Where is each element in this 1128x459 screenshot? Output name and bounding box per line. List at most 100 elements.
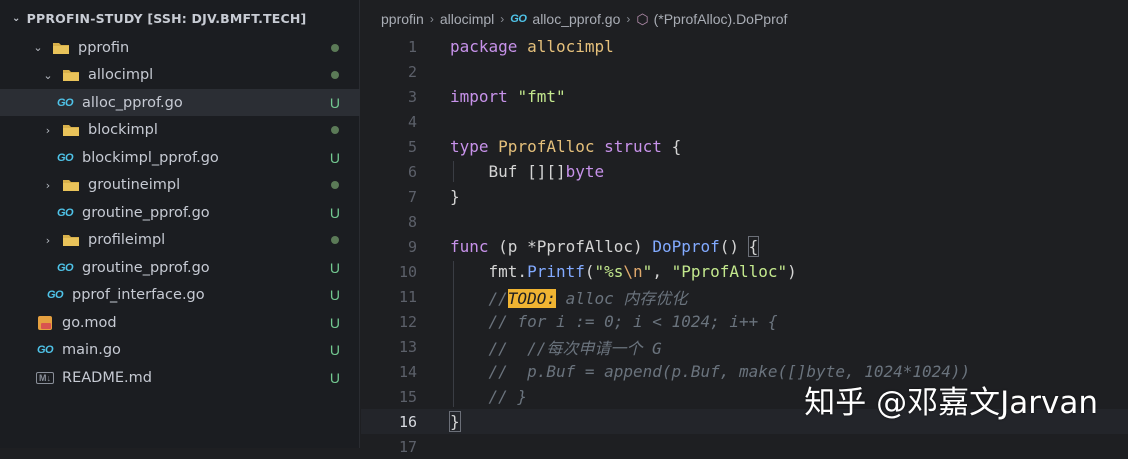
chevron-down-icon[interactable]: ⌄	[40, 69, 56, 82]
code-line[interactable]: 2	[361, 59, 1128, 84]
code-token: // for i := 0; i < 1024; i++ {	[488, 312, 778, 331]
matched-bracket: {	[747, 236, 760, 257]
chevron-right-icon[interactable]: ›	[40, 179, 56, 192]
breadcrumb: pprofin › allocimpl › GO alloc_pprof.go …	[361, 0, 1128, 38]
tree-file-item[interactable]: GO main.go U	[0, 337, 360, 364]
line-number: 7	[407, 187, 417, 206]
tree-file-item[interactable]: GO groutine_pprof.go U	[0, 199, 360, 226]
tree-item-label: pprof_interface.go	[72, 287, 205, 303]
tree-file-item[interactable]: GO alloc_pprof.go U	[0, 89, 360, 116]
code-line[interactable]: 11 //TODO: alloc 内存优化	[361, 284, 1128, 309]
code-token: import	[450, 87, 508, 106]
go-file-icon: GO	[46, 289, 64, 301]
code-text: type PprofAlloc struct {	[450, 137, 681, 156]
code-text: package allocimpl	[450, 37, 614, 56]
code-token: allocimpl	[527, 37, 614, 56]
line-number: 6	[407, 162, 417, 181]
tree-item-label: profileimpl	[88, 232, 166, 248]
line-number: 15	[398, 387, 417, 406]
tree-folder-item[interactable]: ⌄ pprofin	[0, 34, 360, 61]
code-token: \n	[623, 262, 643, 281]
tree-item-label: go.mod	[62, 314, 117, 331]
folder-icon	[62, 67, 80, 83]
tree-file-item[interactable]: go.mod U	[0, 309, 360, 336]
modified-dot-icon	[331, 71, 339, 79]
tree-item-label: groutineimpl	[88, 177, 181, 193]
tree-file-item[interactable]: M↓ README.md U	[0, 364, 360, 391]
git-status-badge: U	[329, 149, 340, 166]
line-number: 5	[407, 137, 417, 156]
code-text: //TODO: alloc 内存优化	[450, 285, 687, 309]
code-line[interactable]: 6 Buf [][]byte	[361, 159, 1128, 184]
code-token: Printf	[527, 262, 585, 281]
tree-item-label: README.md	[62, 369, 152, 386]
chevron-down-icon[interactable]: ⌄	[30, 41, 46, 54]
markdown-icon: M↓	[36, 370, 54, 386]
code-line[interactable]: 1 package allocimpl	[361, 34, 1128, 59]
code-line[interactable]: 8	[361, 209, 1128, 234]
go-file-icon: GO	[56, 96, 74, 109]
code-token: (	[584, 262, 595, 281]
line-number: 9	[407, 237, 417, 256]
matched-bracket: }	[449, 411, 461, 432]
code-line[interactable]: 17	[361, 434, 1128, 459]
code-token: [][]	[527, 162, 566, 181]
breadcrumb-file[interactable]: alloc_pprof.go	[532, 11, 620, 27]
tree-file-item[interactable]: GO groutine_pprof.go U	[0, 254, 360, 281]
folder-icon	[62, 177, 80, 193]
tree-file-item[interactable]: GO pprof_interface.go U	[0, 282, 360, 309]
line-number: 10	[398, 262, 417, 281]
code-text: func (p *PprofAlloc) DoPprof() {	[450, 236, 760, 257]
tree-item-label: main.go	[62, 342, 121, 358]
code-token: ()	[719, 237, 740, 256]
git-status-badge: U	[329, 314, 340, 331]
code-token: }	[450, 187, 460, 206]
code-line[interactable]: 4	[361, 109, 1128, 134]
code-token: "PprofAlloc"	[671, 262, 788, 281]
modified-dot-icon	[331, 43, 339, 52]
code-token: Buf	[488, 162, 518, 181]
code-token: func	[450, 237, 489, 256]
breadcrumb-folder-pprofin[interactable]: pprofin	[381, 11, 424, 27]
tree-item-label: groutine_pprof.go	[82, 204, 210, 221]
code-text: fmt.Printf("%s\n", "PprofAlloc")	[450, 262, 797, 281]
code-line[interactable]: 9 func (p *PprofAlloc) DoPprof() {	[361, 234, 1128, 259]
breadcrumb-symbol[interactable]: (*PprofAlloc).DoPprof	[654, 11, 788, 27]
code-token: "	[642, 262, 653, 281]
breadcrumb-folder-allocimpl[interactable]: allocimpl	[440, 11, 494, 27]
code-text: }	[450, 187, 460, 206]
tree-folder-item[interactable]: › profileimpl	[0, 227, 360, 254]
code-token: PprofAlloc	[498, 137, 595, 156]
tree-item-label: alloc_pprof.go	[82, 94, 183, 111]
tree-file-item[interactable]: GO blockimpl_pprof.go U	[0, 144, 360, 171]
tree-folder-item[interactable]: ⌄ allocimpl	[0, 62, 360, 89]
chevron-right-icon[interactable]: ›	[40, 234, 56, 247]
git-status-badge: U	[329, 94, 340, 111]
line-number: 11	[398, 287, 417, 306]
chevron-right-icon[interactable]: ›	[40, 124, 56, 137]
code-line[interactable]: 3 import "fmt"	[361, 84, 1128, 109]
code-token: fmt.	[488, 262, 528, 281]
code-line[interactable]: 10 fmt.Printf("%s\n", "PprofAlloc")	[361, 259, 1128, 284]
indent-guide	[453, 261, 454, 407]
chevron-down-icon[interactable]: ⌄	[12, 0, 21, 38]
workspace-title: PPROFIN-STUDY [SSH: DJV.BMFT.TECH]	[26, 11, 307, 26]
tree-folder-item[interactable]: › groutineimpl	[0, 172, 360, 199]
line-number: 14	[398, 362, 417, 381]
explorer-header[interactable]: ⌄ PPROFIN-STUDY [SSH: DJV.BMFT.TECH]	[0, 0, 359, 38]
explorer-sidebar: ⌄ PPROFIN-STUDY [SSH: DJV.BMFT.TECH] ⌄ pp…	[0, 0, 360, 448]
code-text: Buf [][]byte	[450, 162, 605, 181]
code-token: )	[787, 262, 797, 281]
code-line[interactable]: 13 // //每次申请一个 G	[361, 334, 1128, 359]
chevron-right-icon: ›	[626, 12, 631, 26]
tree-folder-item[interactable]: › blockimpl	[0, 117, 360, 144]
code-text: import "fmt"	[450, 87, 566, 106]
folder-icon	[62, 232, 80, 248]
chevron-right-icon: ›	[500, 12, 505, 26]
code-line[interactable]: 7}	[361, 184, 1128, 209]
code-line[interactable]: 12 // for i := 0; i < 1024; i++ {	[361, 309, 1128, 334]
line-number: 1	[407, 37, 417, 56]
code-token: package	[450, 37, 518, 56]
code-line[interactable]: 5 type PprofAlloc struct {	[361, 134, 1128, 159]
line-number: 3	[407, 87, 417, 106]
